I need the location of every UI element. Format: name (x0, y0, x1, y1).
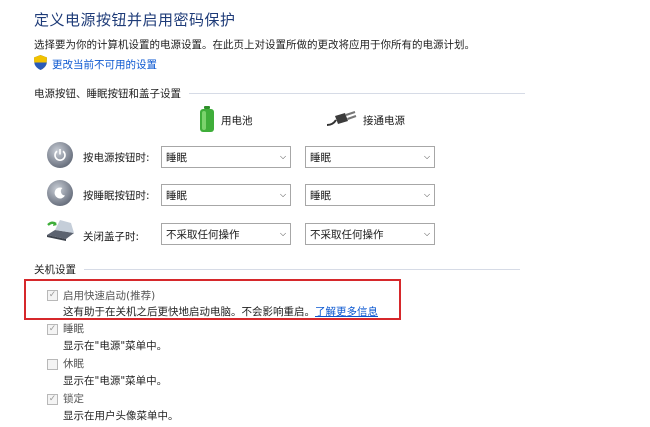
hibernate-label: 休眠 (63, 358, 84, 370)
buttons-section-heading: 电源按钮、睡眠按钮和盖子设置 (34, 86, 525, 101)
sleep-label: 睡眠 (63, 323, 84, 335)
chevron-down-icon: ⌵ (279, 190, 287, 199)
sleep-button-plugged-select[interactable]: 睡眠 ⌵ (305, 184, 435, 206)
sleep-description: 显示在"电源"菜单中。 (63, 340, 168, 352)
change-settings-link-row[interactable]: 更改当前不可用的设置 (34, 54, 157, 74)
shield-icon (34, 54, 47, 74)
hibernate-description: 显示在"电源"菜单中。 (63, 375, 168, 387)
battery-column-header: 用电池 (199, 106, 253, 135)
power-button-battery-select[interactable]: 睡眠 ⌵ (161, 146, 291, 168)
sleep-button-icon (47, 180, 73, 206)
plugged-column-header: 接通电源 (326, 110, 405, 131)
sleep-button-label: 按睡眠按钮时: (83, 190, 150, 202)
chevron-down-icon: ⌵ (423, 229, 431, 238)
power-button-icon (47, 142, 73, 168)
chevron-down-icon: ⌵ (279, 152, 287, 161)
page-title: 定义电源按钮并启用密码保护 (34, 11, 236, 29)
laptop-lid-icon (44, 219, 76, 249)
power-button-label: 按电源按钮时: (83, 152, 150, 164)
change-unavailable-settings-link[interactable]: 更改当前不可用的设置 (52, 57, 157, 72)
chevron-down-icon: ⌵ (279, 229, 287, 238)
close-lid-plugged-select[interactable]: 不采取任何操作 ⌵ (305, 223, 435, 245)
chevron-down-icon: ⌵ (423, 190, 431, 199)
hibernate-checkbox[interactable] (47, 359, 58, 370)
chevron-down-icon: ⌵ (423, 152, 431, 161)
fast-startup-description: 这有助于在关机之后更快地启动电脑。不会影响重启。了解更多信息 (63, 306, 378, 318)
power-plug-icon (326, 110, 357, 131)
lock-description: 显示在用户头像菜单中。 (63, 410, 179, 422)
shutdown-section-heading: 关机设置 (34, 262, 520, 277)
sleep-checkbox[interactable]: ✓ (47, 324, 58, 335)
lock-checkbox[interactable]: ✓ (47, 394, 58, 405)
page-description: 选择要为你的计算机设置的电源设置。在此页上对设置所做的更改将应用于你所有的电源计… (34, 39, 475, 51)
lock-label: 锁定 (63, 393, 84, 405)
sleep-button-battery-select[interactable]: 睡眠 ⌵ (161, 184, 291, 206)
close-lid-battery-select[interactable]: 不采取任何操作 ⌵ (161, 223, 291, 245)
learn-more-link[interactable]: 了解更多信息 (315, 306, 378, 318)
battery-icon (199, 106, 215, 135)
power-button-plugged-select[interactable]: 睡眠 ⌵ (305, 146, 435, 168)
fast-startup-label: 启用快速启动(推荐) (63, 290, 156, 302)
close-lid-label: 关闭盖子时: (83, 231, 140, 243)
fast-startup-checkbox[interactable]: ✓ (47, 290, 58, 301)
